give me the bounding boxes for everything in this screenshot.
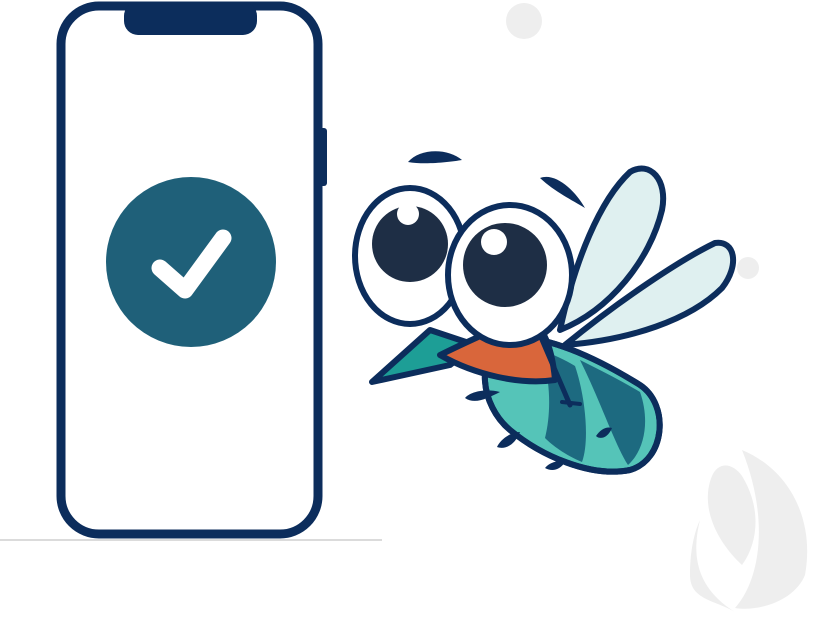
mosquito-eyebrow-left	[408, 151, 462, 164]
mosquito-eyebrow-right	[540, 176, 585, 208]
mosquito-proboscis-tip	[560, 400, 582, 406]
mosquito-illustration	[352, 151, 737, 475]
mosquito-wings	[557, 165, 737, 348]
illustration-canvas	[0, 0, 814, 620]
mosquito-eye-right	[445, 202, 575, 348]
